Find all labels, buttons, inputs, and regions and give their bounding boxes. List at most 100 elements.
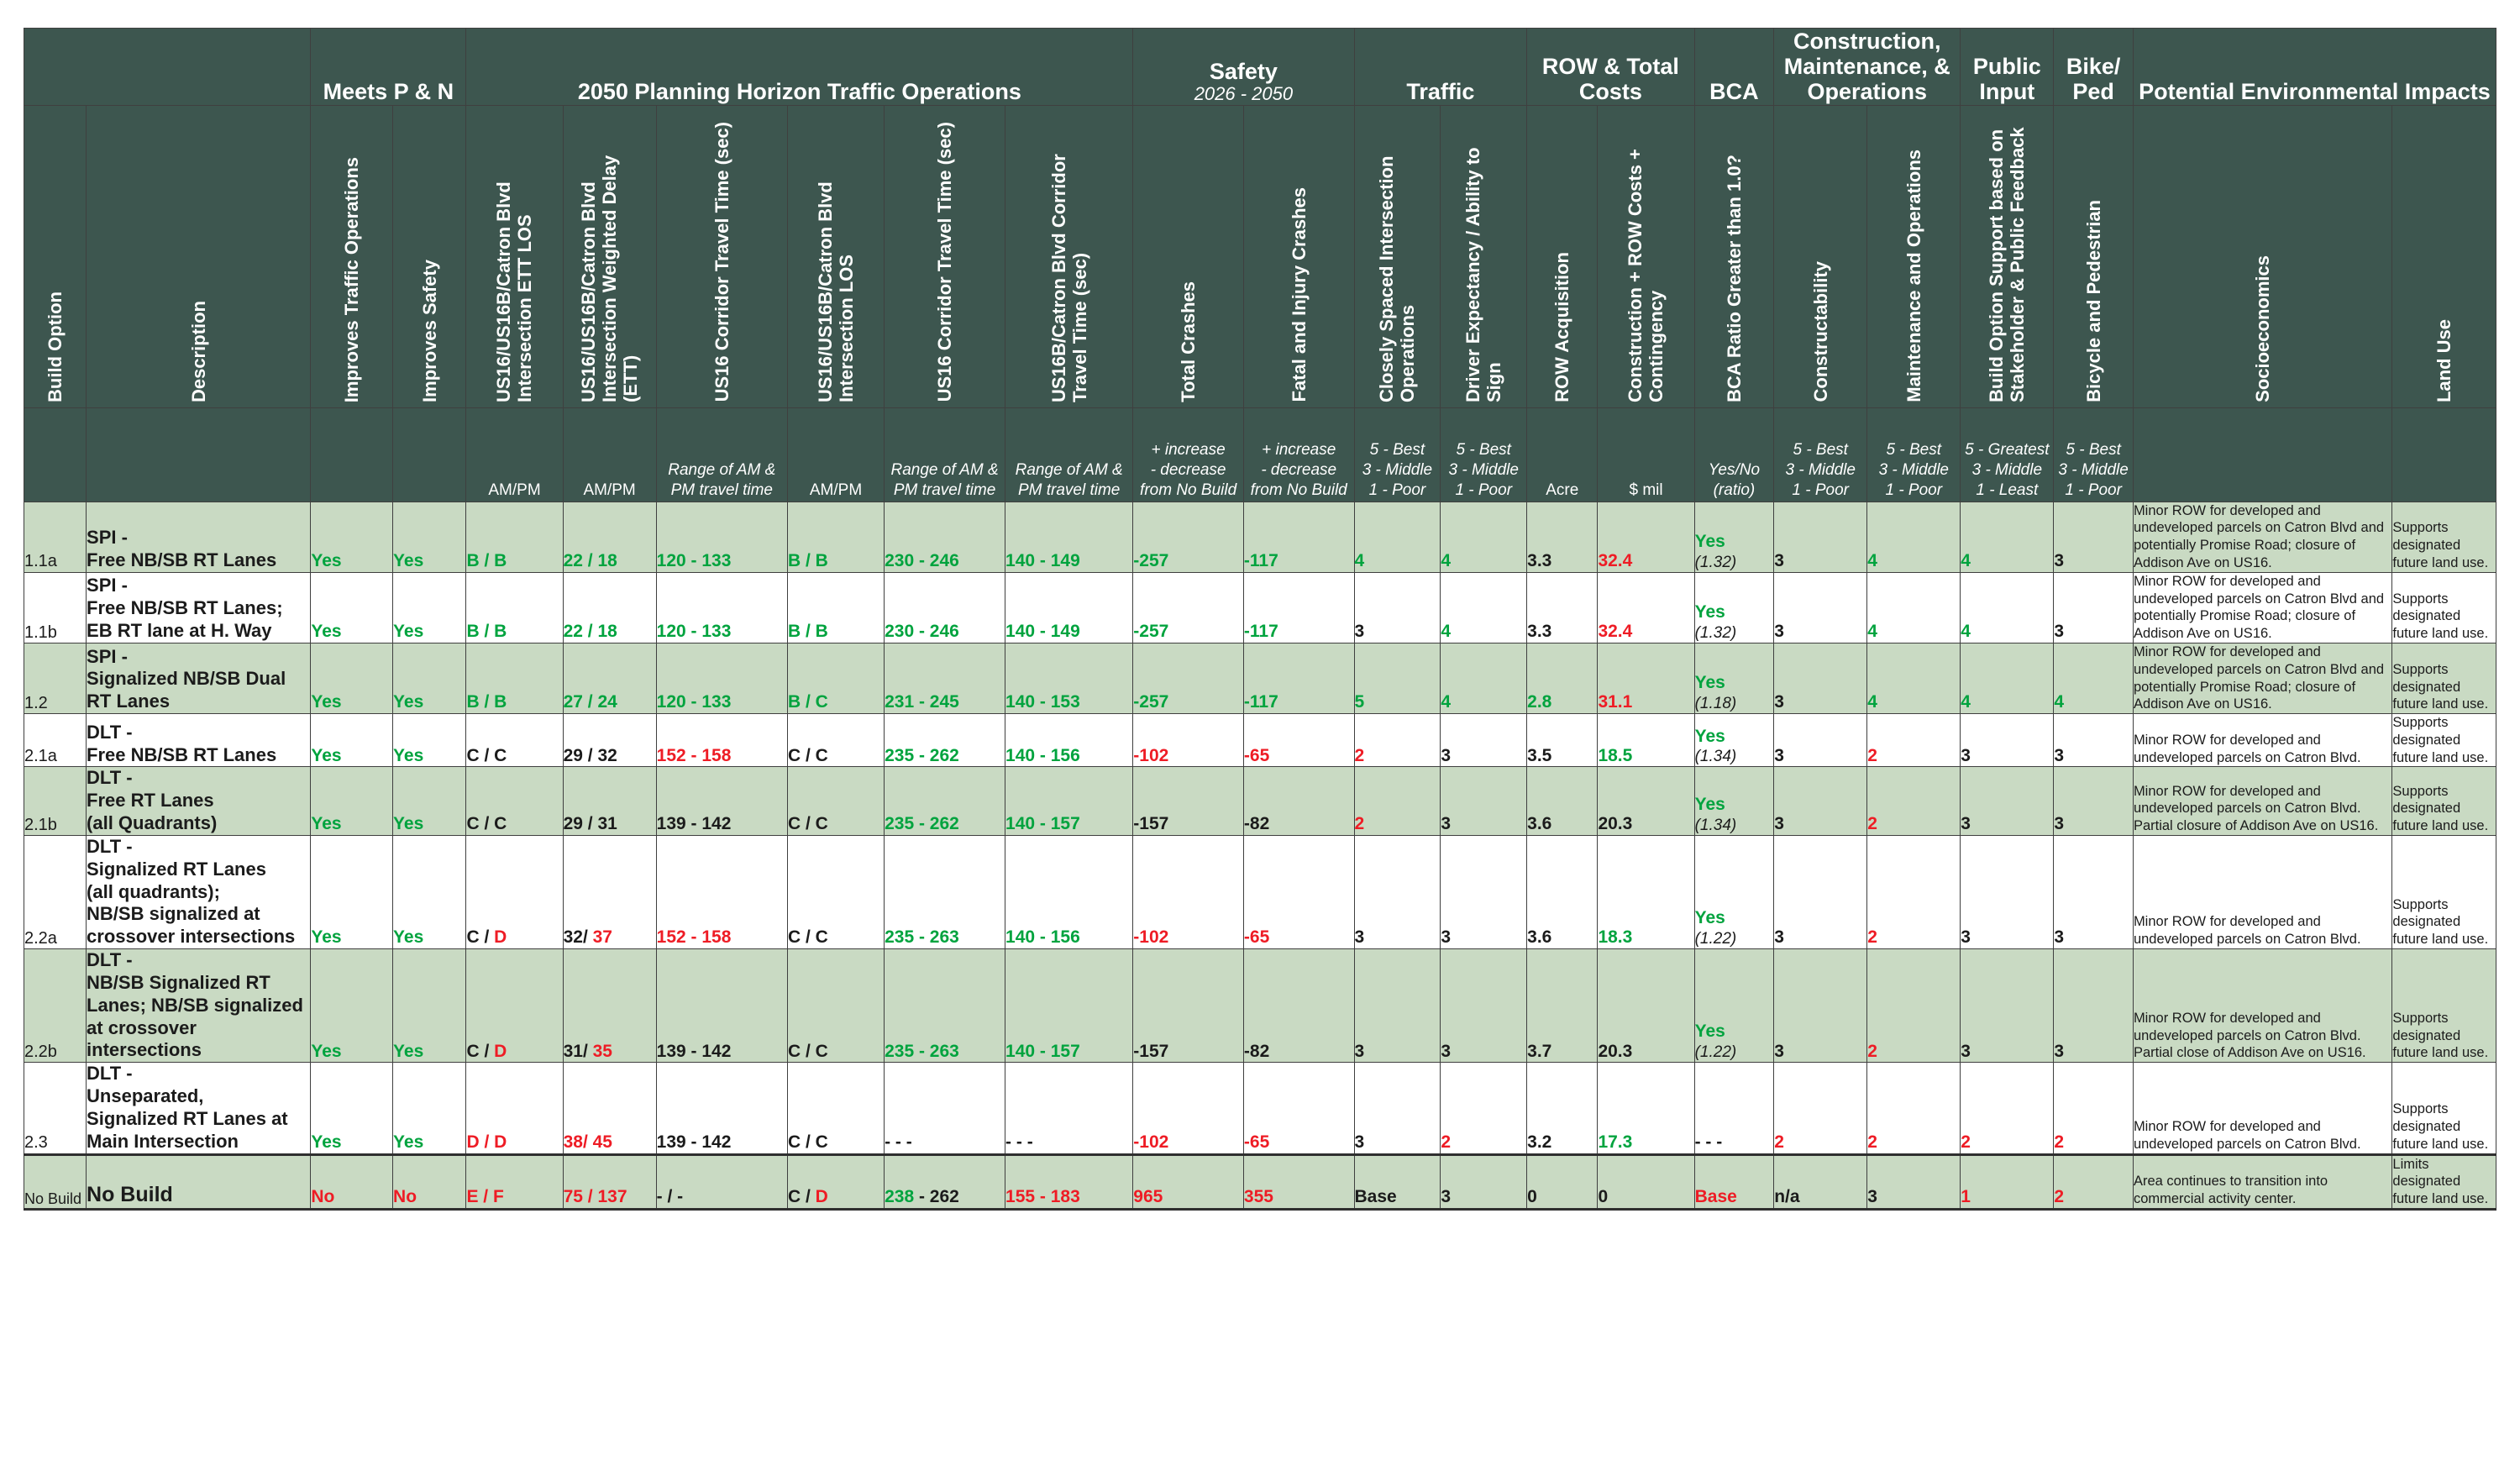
column-subheader-constr-row: $ mil bbox=[1597, 407, 1695, 502]
cell-build-option: 2.1a bbox=[23, 713, 87, 768]
cell-int-los2: B / C bbox=[786, 642, 885, 715]
cell-description: SPI - Signalized NB/SB Dual RT Lanes bbox=[86, 642, 312, 715]
cell-closely-spaced: 3 bbox=[1353, 834, 1441, 950]
cell-public-support: 2 bbox=[1960, 1062, 2055, 1155]
cell-us16-corr-time: 139 - 142 bbox=[655, 766, 788, 836]
column-header-label: US16 Corridor Travel Time (sec) bbox=[711, 122, 732, 402]
cell-closely-spaced: 3 bbox=[1353, 1062, 1441, 1155]
cell-value: 38/ 45 bbox=[563, 1132, 612, 1152]
column-subheader-constructability: 5 - Best 3 - Middle 1 - Poor bbox=[1773, 407, 1868, 502]
header-group-traffic: Traffic bbox=[1353, 28, 1528, 106]
cell-int-los: C / C bbox=[465, 713, 564, 768]
cell-value: Minor ROW for developed and undeveloped … bbox=[2133, 502, 2385, 571]
column-subheader-us16-corr-time2: Range of AM & PM travel time bbox=[884, 407, 1006, 502]
cell-public-support: 3 bbox=[1960, 834, 2055, 950]
column-header-bca-ratio: BCA Ratio Greater than 1.0? bbox=[1693, 104, 1775, 408]
column-header-description: Description bbox=[86, 104, 312, 408]
cell-int-los2: C / D bbox=[786, 1153, 885, 1211]
column-subheader-description bbox=[86, 407, 312, 502]
cell-us16b-corr-time: 140 - 149 bbox=[1005, 501, 1134, 573]
cell-value: - - - bbox=[1005, 1132, 1033, 1152]
cell-total-crashes: -102 bbox=[1132, 713, 1244, 768]
cell-value: 4 bbox=[1961, 692, 1971, 712]
cell-value: Minor ROW for developed and undeveloped … bbox=[2133, 1118, 2361, 1152]
column-header-label: ROW Acquisition bbox=[1551, 251, 1573, 402]
cell-us16-corr-time2: 235 - 262 bbox=[884, 713, 1006, 768]
header-group-potential-environmental-impacts: Potential Environmental Impacts bbox=[2132, 28, 2497, 106]
cell-constructability: 3 bbox=[1773, 713, 1868, 768]
cell-constr-row: 32.4 bbox=[1597, 501, 1695, 573]
cell-fatal-injury: -117 bbox=[1242, 642, 1355, 715]
cell-value: 3 bbox=[1441, 1187, 1452, 1207]
cell-value: No Build bbox=[87, 1183, 173, 1207]
cell-socioeconomics: Minor ROW for developed and undeveloped … bbox=[2132, 571, 2393, 643]
cell-improves-safety: Yes bbox=[392, 1062, 467, 1155]
cell-value: Yes bbox=[1694, 908, 1725, 928]
column-header-label: Construction + ROW Costs + Contingency bbox=[1625, 148, 1667, 402]
cell-value: 152 - 158 bbox=[656, 927, 732, 948]
cell-value: Yes bbox=[393, 551, 424, 571]
cell-improves-safety: Yes bbox=[392, 713, 467, 768]
cell-ratio-value: (1.22) bbox=[1694, 929, 1737, 948]
column-subheader-closely-spaced: 5 - Best 3 - Middle 1 - Poor bbox=[1353, 407, 1441, 502]
cell-constr-row: 18.5 bbox=[1597, 713, 1695, 768]
cell-constr-row: 18.3 bbox=[1597, 834, 1695, 950]
cell-improves-ops: Yes bbox=[310, 571, 394, 643]
cell-value: 3 bbox=[1774, 814, 1784, 834]
cell-value: 22 / 18 bbox=[563, 551, 617, 571]
cell-value: 3 bbox=[2054, 1041, 2065, 1061]
cell-driver-expect: 3 bbox=[1440, 948, 1528, 1064]
cell-value: Yes bbox=[311, 814, 342, 834]
cell-weighted-delay: 27 / 24 bbox=[562, 642, 657, 715]
cell-row-acq: 0 bbox=[1526, 1153, 1599, 1211]
cell-value: -117 bbox=[1243, 551, 1278, 571]
cell-value: 3 bbox=[1774, 1041, 1784, 1061]
cell-value: 2.3 bbox=[24, 1133, 48, 1153]
cell-value: 2 bbox=[1867, 814, 1877, 834]
column-subheader-label: + increase - decrease from No Build bbox=[1140, 440, 1237, 500]
cell-constructability: 2 bbox=[1773, 1062, 1868, 1155]
cell-maintenance: 4 bbox=[1866, 501, 1961, 573]
cell-total-crashes: -257 bbox=[1132, 642, 1244, 715]
cell-constr-row: 31.1 bbox=[1597, 642, 1695, 715]
cell-us16-corr-time: 152 - 158 bbox=[655, 834, 788, 950]
cell-value: C / C bbox=[466, 745, 507, 765]
header-group-label: Bike/ Ped bbox=[2066, 54, 2121, 105]
cell-value: B / B bbox=[466, 551, 507, 571]
cell-value: Yes bbox=[393, 745, 424, 765]
matrix-body: 1.1a SPI - Free NB/SB RT Lanes Yes Yes B / B2… bbox=[23, 501, 2496, 1211]
column-subheader-int-los2: AM/PM bbox=[786, 407, 885, 502]
cell-value: 1.1b bbox=[24, 622, 57, 642]
cell-bike-ped: 4 bbox=[2053, 642, 2134, 715]
column-subheader-improves-ops bbox=[310, 407, 394, 502]
cell-fatal-injury: -65 bbox=[1242, 713, 1355, 768]
cell-build-option: 1.1a bbox=[23, 501, 87, 573]
cell-total-crashes: -257 bbox=[1132, 571, 1244, 643]
cell-value: Yes bbox=[393, 1041, 424, 1061]
column-subheader-label: Range of AM & PM travel time bbox=[1015, 461, 1123, 500]
cell-value: 139 - 142 bbox=[656, 1041, 732, 1061]
cell-row-acq: 3.6 bbox=[1526, 834, 1599, 950]
cell-value: 2 bbox=[1867, 927, 1877, 948]
column-subheader-label: 5 - Best 3 - Middle 1 - Poor bbox=[1448, 440, 1519, 500]
cell-value: 32/ 37 bbox=[563, 927, 612, 948]
cell-build-option: No Build bbox=[23, 1153, 87, 1211]
cell-maintenance: 2 bbox=[1866, 766, 1961, 836]
cell-improves-safety: Yes bbox=[392, 571, 467, 643]
cell-value: Yes bbox=[1694, 673, 1725, 693]
cell-improves-safety: Yes bbox=[392, 766, 467, 836]
table-row: 2.2b DLT - NB/SB Signalized RT Lanes; NB/S… bbox=[23, 948, 2496, 1064]
cell-value: 3 bbox=[2054, 745, 2065, 765]
column-header-driver-expect: Driver Expectancy / Ability to Sign bbox=[1440, 104, 1528, 408]
cell-value: B / B bbox=[787, 551, 828, 571]
cell-weighted-delay: 75 / 137 bbox=[562, 1153, 657, 1211]
cell-value: 140 - 156 bbox=[1005, 927, 1080, 948]
cell-value: -65 bbox=[1243, 1132, 1270, 1152]
column-header-label: Land Use bbox=[2433, 318, 2455, 402]
cell-value: 3 bbox=[1774, 622, 1784, 642]
cell-value: Yes bbox=[393, 692, 424, 712]
cell-improves-ops: Yes bbox=[310, 948, 394, 1064]
cell-value: Supports designated future land use. bbox=[2392, 1101, 2489, 1152]
cell-constr-row: 17.3 bbox=[1597, 1062, 1695, 1155]
header-group-bca: BCA bbox=[1693, 28, 1775, 106]
